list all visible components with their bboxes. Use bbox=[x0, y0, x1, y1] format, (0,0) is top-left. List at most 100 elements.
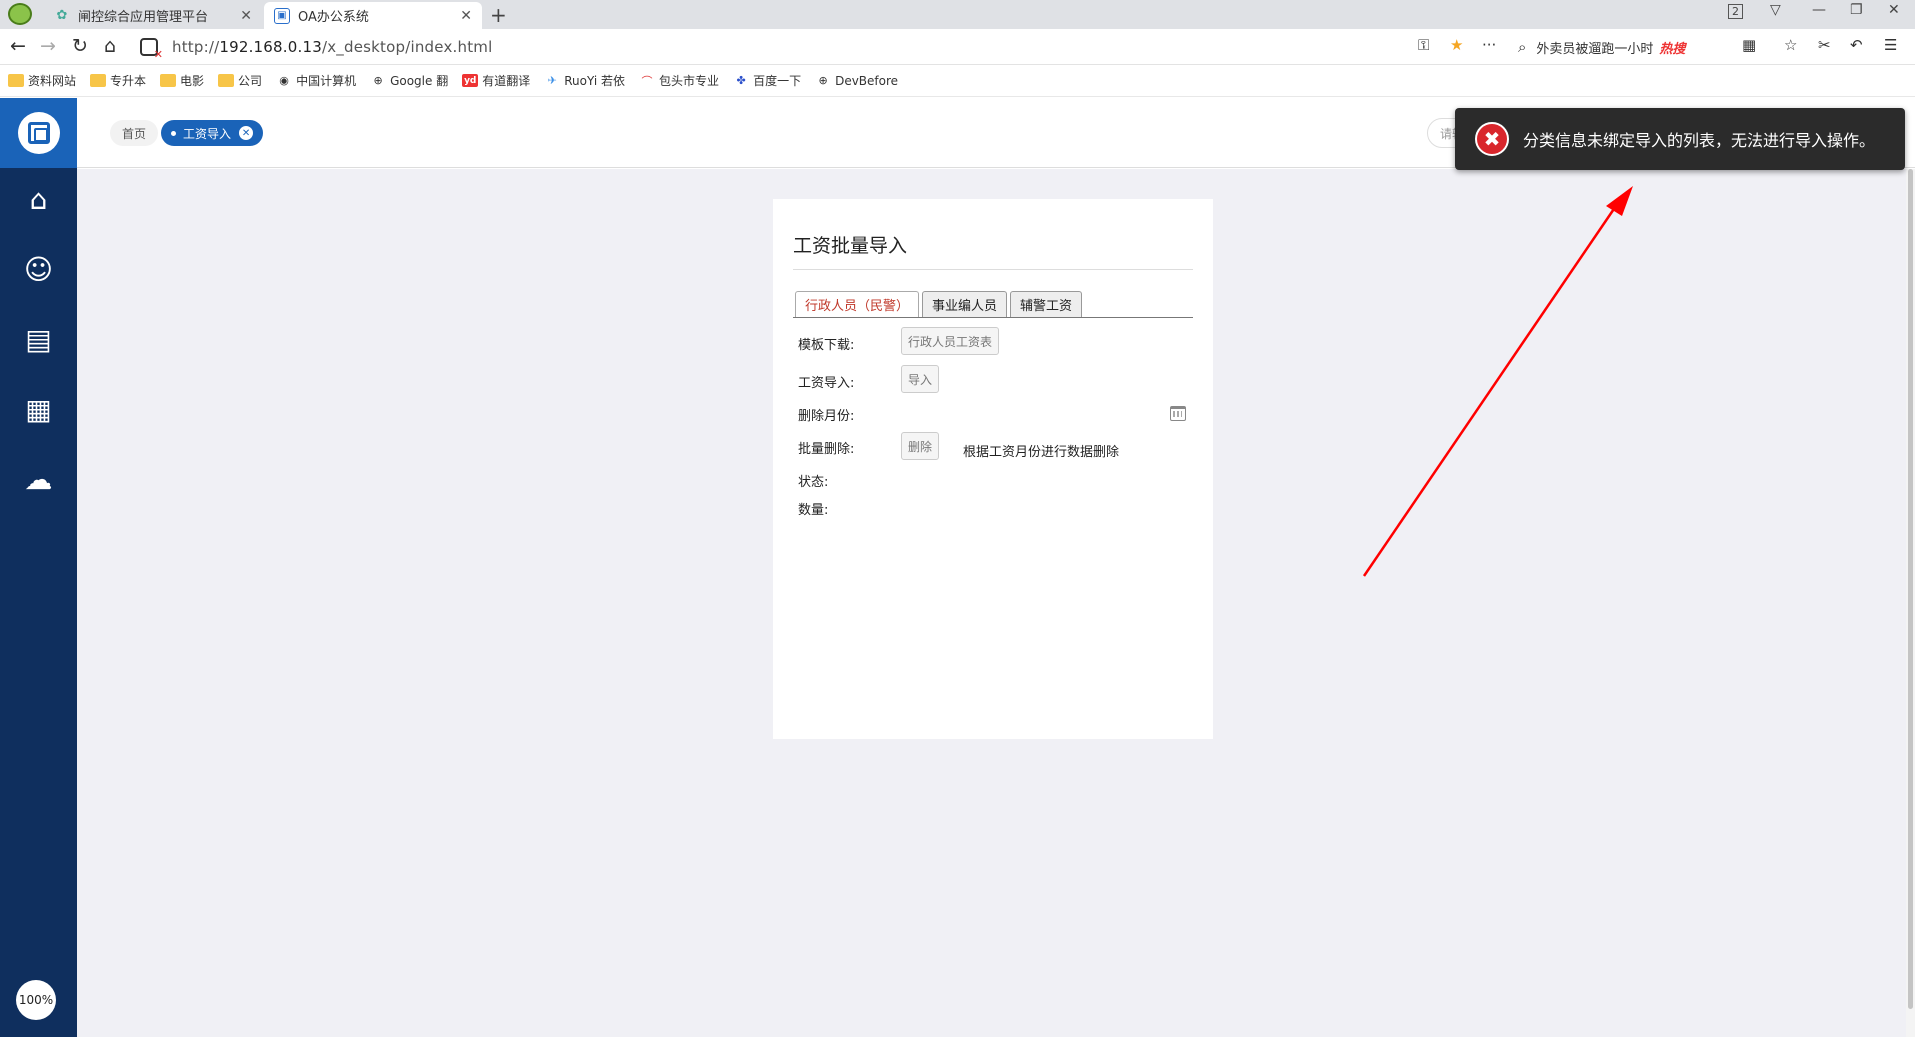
new-tab-button[interactable]: + bbox=[490, 3, 507, 27]
breadcrumb-active[interactable]: 工资导入 ✕ bbox=[161, 120, 264, 146]
insecure-icon[interactable] bbox=[140, 38, 163, 61]
tab-institution-staff[interactable]: 事业编人员 bbox=[922, 291, 1008, 317]
youdao-icon: yd bbox=[462, 74, 479, 87]
scissors-icon[interactable]: ✂ bbox=[1818, 36, 1831, 54]
staff-type-tabs: 行政人员（民警） 事业编人员 辅警工资 bbox=[795, 291, 1085, 317]
cloud-folder-nav-icon[interactable]: ☁ bbox=[0, 454, 77, 504]
bookmark-item[interactable]: 公司 bbox=[218, 72, 262, 89]
home-icon[interactable]: ⌂ bbox=[104, 35, 116, 57]
window-close-button[interactable]: ✕ bbox=[1888, 2, 1900, 18]
search-text: 外卖员被遛跑一小时 bbox=[1536, 41, 1654, 57]
browser-tab-bar: ✿ 闸控综合应用管理平台 ✕ ▣ OA办公系统 ✕ + 2 ▽ — ❐ ✕ bbox=[0, 0, 1915, 29]
news-nav-icon[interactable]: ▤ bbox=[0, 314, 77, 364]
undo-icon[interactable]: ↶ bbox=[1850, 36, 1863, 54]
bookmark-item[interactable]: ⊕ DevBefore bbox=[815, 74, 898, 88]
close-icon[interactable]: ✕ bbox=[460, 8, 472, 24]
tab-label: OA办公系统 bbox=[298, 10, 369, 25]
error-message: 分类信息未绑定导入的列表，无法进行导入操作。 bbox=[1523, 131, 1876, 150]
home-nav-icon[interactable]: ⌂ bbox=[0, 174, 77, 224]
close-icon[interactable]: ✕ bbox=[240, 8, 252, 24]
bookmark-item[interactable]: 专升本 bbox=[90, 72, 146, 89]
bookmark-item[interactable]: 电影 bbox=[160, 72, 204, 89]
bookmark-item[interactable]: ✈ RuoYi 若依 bbox=[544, 72, 625, 89]
bookmark-label: 有道翻译 bbox=[482, 74, 531, 88]
bookmarks-bar: 资料网站 专升本 电影 公司 ◉ 中国计算机 ⊕ Google 翻 yd 有道翻译 ✈… bbox=[0, 65, 1915, 97]
more-icon[interactable]: ··· bbox=[1482, 36, 1496, 54]
url-prefix: http:// bbox=[172, 38, 220, 56]
restore-button[interactable]: ❐ bbox=[1850, 2, 1863, 18]
hamburger-icon[interactable]: ☰ bbox=[1884, 36, 1897, 54]
contacts-nav-icon[interactable]: ☺ bbox=[0, 244, 77, 294]
bookmark-label: 专升本 bbox=[110, 74, 147, 88]
bookmark-label: 中国计算机 bbox=[296, 74, 357, 88]
bookmark-label: 电影 bbox=[180, 74, 205, 88]
delete-hint: 根据工资月份进行数据删除 bbox=[963, 445, 1120, 460]
tab-zhakong[interactable]: ✿ 闸控综合应用管理平台 ✕ bbox=[44, 2, 262, 29]
forward-icon[interactable]: → bbox=[40, 35, 56, 57]
bookmark-item[interactable]: yd 有道翻译 bbox=[462, 72, 530, 89]
url-host: 192.168.0.13 bbox=[219, 38, 322, 56]
bookmark-label: 公司 bbox=[238, 74, 263, 88]
import-label: 工资导入: bbox=[798, 376, 855, 391]
folder-icon bbox=[8, 74, 24, 87]
minimize-button[interactable]: — bbox=[1812, 2, 1826, 18]
favorites-icon[interactable]: ☆ bbox=[1784, 36, 1797, 54]
oa-logo-icon bbox=[17, 112, 60, 154]
key-icon[interactable]: ⚿ bbox=[1418, 36, 1429, 54]
tab-count-button[interactable]: 2 bbox=[1728, 4, 1743, 19]
tab-oa[interactable]: ▣ OA办公系统 ✕ bbox=[264, 2, 482, 29]
import-button[interactable]: 导入 bbox=[901, 365, 940, 393]
baidu-icon: ✤ bbox=[736, 74, 746, 87]
page-title: 工资批量导入 bbox=[793, 235, 908, 257]
folder-icon bbox=[160, 74, 177, 87]
globe-icon: ⊕ bbox=[818, 74, 828, 87]
close-icon[interactable]: ✕ bbox=[239, 126, 254, 140]
browser-search[interactable]: ⌕ 外卖员被遛跑一小时 热搜 bbox=[1518, 33, 1732, 61]
hot-search-badge: 热搜 bbox=[1659, 41, 1686, 57]
browser-logo-icon[interactable] bbox=[8, 3, 32, 25]
calendar-icon[interactable] bbox=[1170, 406, 1186, 421]
bookmark-item[interactable]: ⊕ Google 翻 bbox=[370, 72, 448, 89]
delete-button[interactable]: 删除 bbox=[901, 432, 940, 460]
count-label: 数量: bbox=[798, 503, 829, 518]
globe-icon: ⊕ bbox=[373, 74, 383, 87]
bookmark-item[interactable]: ◉ 中国计算机 bbox=[276, 72, 356, 89]
url-field[interactable]: http://192.168.0.13/x_desktop/index.html bbox=[140, 33, 1510, 61]
menu-button[interactable]: ▽ bbox=[1770, 2, 1781, 18]
bookmark-item[interactable]: ✤ 百度一下 bbox=[733, 72, 801, 89]
bookmark-label: 资料网站 bbox=[28, 74, 77, 88]
back-icon[interactable]: ← bbox=[10, 35, 26, 57]
bookmark-item[interactable]: ⌒ 包头市专业 bbox=[639, 72, 720, 89]
address-bar: ← → ↻ ⌂ http://192.168.0.13/x_desktop/in… bbox=[0, 29, 1915, 65]
zoom-level-button[interactable]: 100% bbox=[16, 980, 56, 1020]
scrollbar-thumb[interactable] bbox=[1908, 169, 1913, 1009]
bookmark-label: 包头市专业 bbox=[659, 74, 720, 88]
star-icon[interactable]: ★ bbox=[1450, 36, 1463, 54]
divider bbox=[793, 269, 1193, 270]
app-logo[interactable] bbox=[0, 98, 77, 168]
ruoyi-icon: ✈ bbox=[547, 74, 557, 87]
tab-admin-staff[interactable]: 行政人员（民警） bbox=[795, 291, 920, 317]
folder-icon bbox=[90, 74, 107, 87]
bookmark-item[interactable]: 资料网站 bbox=[8, 72, 76, 89]
salary-import-panel: 工资批量导入 行政人员（民警） 事业编人员 辅警工资 模板下载: 行政人员工资表… bbox=[773, 199, 1213, 739]
apps-icon[interactable]: ▦ bbox=[1742, 36, 1756, 54]
template-download-button[interactable]: 行政人员工资表 bbox=[901, 327, 1000, 355]
error-icon: ✖ bbox=[1475, 122, 1509, 156]
divider bbox=[793, 317, 1193, 318]
bookmark-label: DevBefore bbox=[835, 73, 899, 88]
folder-icon bbox=[218, 74, 235, 87]
bookmark-label: 百度一下 bbox=[753, 74, 802, 88]
oa-tab-icon: ▣ bbox=[274, 7, 290, 24]
tab-auxiliary-salary[interactable]: 辅警工资 bbox=[1010, 291, 1083, 317]
search-icon: ⌕ bbox=[1518, 38, 1527, 56]
batch-delete-label: 批量删除: bbox=[798, 442, 855, 457]
scrollbar[interactable] bbox=[1906, 169, 1915, 1037]
app-sidebar: ⌂ ☺ ▤ ▦ ☁ 100% bbox=[0, 98, 77, 1037]
delete-month-label: 删除月份: bbox=[798, 409, 855, 424]
error-toast[interactable]: ✖ 分类信息未绑定导入的列表，无法进行导入操作。 bbox=[1455, 108, 1905, 170]
reload-icon[interactable]: ↻ bbox=[72, 35, 88, 57]
template-label: 模板下载: bbox=[798, 338, 855, 353]
breadcrumb-home[interactable]: 首页 bbox=[110, 120, 159, 146]
calendar-nav-icon[interactable]: ▦ bbox=[0, 384, 77, 434]
